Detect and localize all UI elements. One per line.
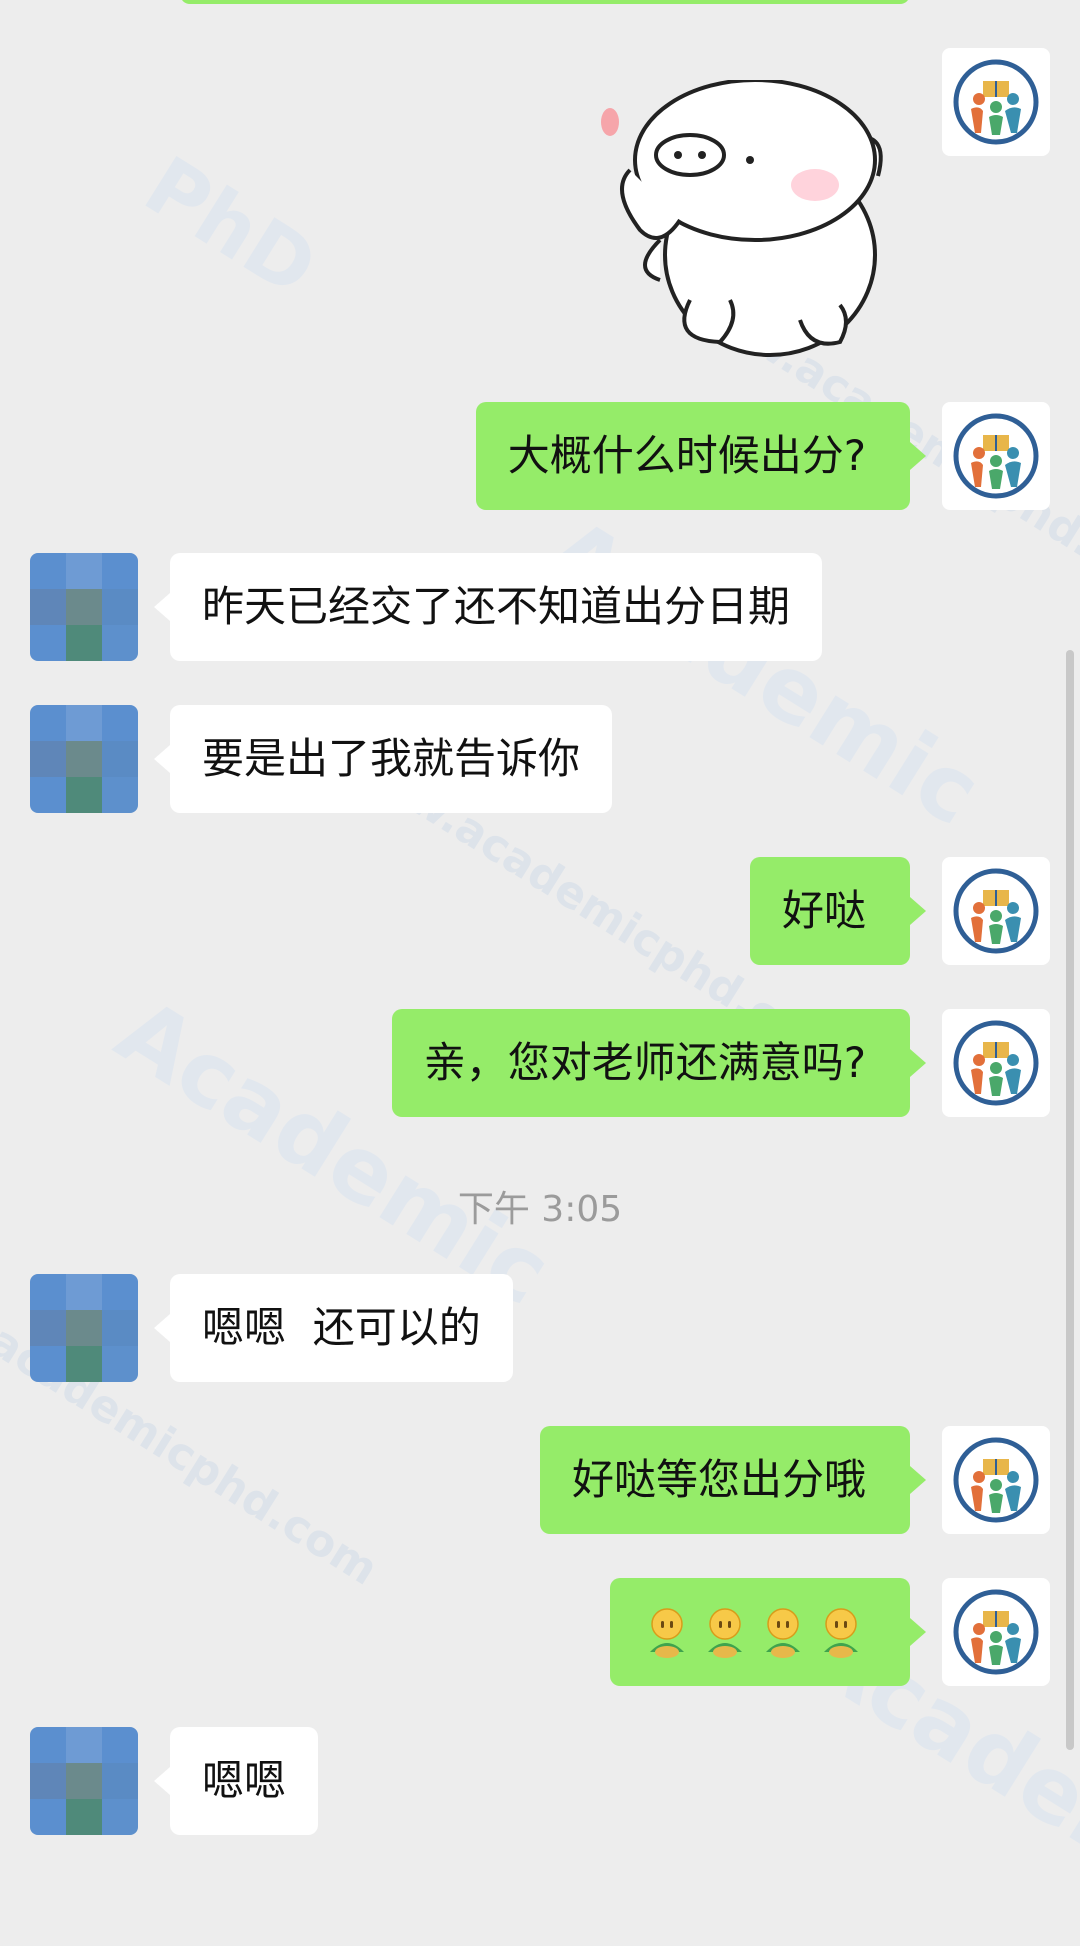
emoji-bubble[interactable] — [610, 1578, 926, 1686]
message-bubble[interactable]: 大概什么时候出分? — [475, 402, 927, 510]
self-avatar[interactable] — [942, 1426, 1050, 1534]
partial-bubble — [180, 0, 910, 4]
contact-avatar[interactable] — [30, 705, 138, 813]
message-bubble[interactable]: 昨天已经交了还不知道出分日期 — [153, 553, 823, 661]
contact-avatar[interactable] — [30, 553, 138, 661]
self-avatar[interactable] — [942, 1009, 1050, 1117]
chat-area[interactable]: www.academicphd.com Academic www.academi… — [0, 0, 1080, 1946]
logo-icon — [953, 413, 1039, 499]
scrollbar[interactable] — [1066, 650, 1074, 1750]
message-bubble[interactable]: 亲，您对老师还满意吗? — [391, 1009, 927, 1117]
bow-emoji-icon — [824, 1608, 858, 1658]
message-bubble[interactable]: 好哒等您出分哦 — [539, 1426, 927, 1534]
message-bubble[interactable]: 要是出了我就告诉你 — [153, 705, 613, 813]
message-bubble[interactable]: 好哒 — [749, 857, 927, 965]
logo-icon — [953, 1020, 1039, 1106]
self-avatar[interactable] — [942, 857, 1050, 965]
message-timestamp: 下午 3:05 — [457, 1189, 623, 1230]
logo-icon — [953, 59, 1039, 145]
bow-emoji-icon — [650, 1608, 684, 1658]
message-bubble[interactable]: 嗯嗯 — [153, 1727, 319, 1835]
contact-avatar[interactable] — [30, 1274, 138, 1382]
bow-emoji-icon — [766, 1608, 800, 1658]
logo-icon — [953, 1589, 1039, 1675]
bow-emoji-icon — [708, 1608, 742, 1658]
self-avatar[interactable] — [942, 48, 1050, 156]
logo-icon — [953, 868, 1039, 954]
message-bubble[interactable]: 嗯嗯 还可以的 — [154, 1274, 513, 1382]
contact-avatar[interactable] — [30, 1727, 138, 1835]
watermark: PhD — [129, 138, 333, 315]
self-avatar[interactable] — [942, 402, 1050, 510]
pig-sticker[interactable] — [590, 78, 920, 360]
logo-icon — [953, 1437, 1039, 1523]
self-avatar[interactable] — [942, 1578, 1050, 1686]
